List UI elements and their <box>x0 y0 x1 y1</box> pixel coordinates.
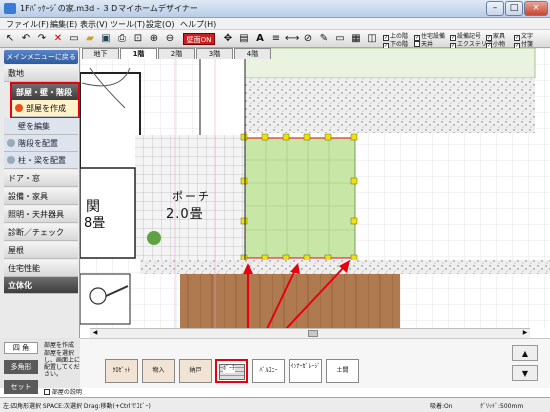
close-button[interactable]: × <box>524 1 548 16</box>
floor-plan-canvas[interactable]: 関 8畳 ポーチ 2.0畳 <box>80 48 550 328</box>
sidebar-item-lighting[interactable]: 照明・天井器具 <box>4 206 78 223</box>
active-bullet-icon <box>15 104 23 112</box>
zoom-fit-icon[interactable]: ⊡ <box>131 32 145 46</box>
bullet-icon <box>7 139 15 147</box>
tab-polygon[interactable]: 多角形 <box>4 360 38 374</box>
panel-title: 部屋を作成 <box>44 342 75 349</box>
wall-display-toggle-button[interactable]: 壁面ON <box>183 33 215 45</box>
pan-icon[interactable]: ✥ <box>221 32 235 46</box>
sidebar-item-equipment-furniture[interactable]: 設備・家具 <box>4 188 78 205</box>
layer-icon[interactable]: ▦ <box>349 32 363 46</box>
sidebar-item-diagnosis[interactable]: 診断／チェック <box>4 224 78 241</box>
new-file-icon[interactable]: ▭ <box>67 32 81 46</box>
sidebar-item-rooms-walls-stairs[interactable]: 部屋・壁・階段 <box>12 84 78 101</box>
sidebar-item-place-pillars[interactable]: 柱・梁を配置 <box>4 152 78 169</box>
3d-view-icon[interactable]: ◫ <box>365 32 379 46</box>
sidebar-item-create-room[interactable]: 部屋を作成 <box>12 100 78 117</box>
part-doma[interactable]: 土間 <box>326 359 359 383</box>
palette-down-icon[interactable]: ▼ <box>512 365 538 381</box>
zoom-out-icon[interactable]: ⊖ <box>163 32 177 46</box>
menu-file[interactable]: ファイル(F) <box>6 19 49 30</box>
menu-help[interactable]: ヘルプ(H) <box>180 19 216 30</box>
undo-icon[interactable]: ↶ <box>19 32 33 46</box>
sidebar-item-place-stairs[interactable]: 階段を配置 <box>4 135 78 152</box>
palette-up-icon[interactable]: ▲ <box>512 345 538 361</box>
status-snap: 吸着:On <box>430 403 453 410</box>
room-description-checkbox[interactable]: 部屋の説明 <box>44 387 82 396</box>
zoom-in-icon[interactable]: ⊕ <box>147 32 161 46</box>
scroll-thumb[interactable] <box>308 330 318 337</box>
tab-floor-1[interactable]: 1階 <box>120 48 157 59</box>
entrance-size-partial: 8畳 <box>84 216 106 231</box>
room-parts-palette: ｸﾛｾﾞｯﾄ 物入 納戸 ﾎﾟｰﾁ ﾊﾞﾙｺﾆｰ ｲﾝﾅｰｶﾞﾚｰｼﾞ 土間 ▲… <box>80 338 550 388</box>
part-storage[interactable]: 物入 <box>142 359 175 383</box>
maximize-button[interactable]: □ <box>505 1 523 16</box>
part-closet[interactable]: ｸﾛｾﾞｯﾄ <box>105 359 138 383</box>
sidebar-item-house-performance[interactable]: 住宅性能 <box>4 260 78 277</box>
app-icon <box>4 3 16 14</box>
align-icon[interactable]: ≡ <box>269 32 283 46</box>
camera-icon[interactable]: ▭ <box>333 32 347 46</box>
toolbar: ↖ ↶ ↷ ✕ ▭ ▰ ▣ ⎙ ⊡ ⊕ ⊖ 壁面ON ✥ ▤ A ≡ ⟷ ⊘ ✎… <box>0 30 550 49</box>
window-title: 1Fﾊﾟｯｹｰｼﾞの家.m3d - ３Ｄマイホームデザイナー <box>20 4 198 13</box>
sidebar-item-roof[interactable]: 屋根 <box>4 242 78 259</box>
part-inner-garage[interactable]: ｲﾝﾅｰｶﾞﾚｰｼﾞ <box>289 359 322 383</box>
status-hint: 左:四角形選択 SPACE:次選択 Drag:移動(+Ctrlでｺﾋﾟｰ) <box>3 403 151 410</box>
scroll-left-icon[interactable]: ◀ <box>90 329 100 338</box>
porch-label: ポーチ <box>172 190 211 203</box>
open-folder-icon[interactable]: ▰ <box>83 32 97 46</box>
porch-size: 2.0畳 <box>166 207 204 222</box>
redo-icon[interactable]: ↷ <box>35 32 49 46</box>
status-grid: ｸﾞﾘｯﾄﾞ:500mm <box>480 403 524 410</box>
part-balcony[interactable]: ﾊﾞﾙｺﾆｰ <box>252 359 285 383</box>
part-pantry[interactable]: 納戸 <box>179 359 212 383</box>
menu-view[interactable]: 表示(V) <box>80 19 108 30</box>
sidebar-item-doors-windows[interactable]: ドア・窓 <box>4 170 78 187</box>
bullet-icon <box>7 156 15 164</box>
check-ceiling[interactable]: 天井 <box>414 39 433 48</box>
part-porch-selected[interactable]: ﾎﾟｰﾁ <box>215 359 248 383</box>
sidebar-item-site[interactable]: 敷地 <box>4 65 78 82</box>
tab-floor-3[interactable]: 3階 <box>196 48 233 59</box>
left-panel: メインメニューに戻る 敷地 部屋・壁・階段 部屋を作成 壁を編集 階段を配置 柱… <box>0 48 80 388</box>
menu-tools[interactable]: ツール(T) <box>110 19 145 30</box>
horizontal-scrollbar[interactable]: ◀ ▶ <box>90 328 530 338</box>
panel-description: 部屋を選択し、画面上に配置してください。 <box>44 350 81 378</box>
scroll-right-icon[interactable]: ▶ <box>520 329 530 338</box>
sidebar-item-edit-walls[interactable]: 壁を編集 <box>4 118 78 135</box>
stairs-icon[interactable]: ▤ <box>237 32 251 46</box>
minimize-button[interactable]: – <box>486 1 504 16</box>
save-icon[interactable]: ▣ <box>99 32 113 46</box>
menu-edit[interactable]: 編集(E) <box>50 19 77 30</box>
tab-basement[interactable]: 地下 <box>82 48 119 59</box>
tab-square[interactable]: 四 角 <box>4 342 38 354</box>
status-bar: 左:四角形選択 SPACE:次選択 Drag:移動(+Ctrlでｺﾋﾟｰ) 吸着… <box>0 397 550 412</box>
floor-plan-drawing <box>80 48 550 328</box>
pen-icon[interactable]: ✎ <box>317 32 331 46</box>
tab-set[interactable]: セット <box>4 380 38 394</box>
sidebar-item-solidify[interactable]: 立体化 <box>4 277 78 294</box>
dimension-icon[interactable]: ⟷ <box>285 32 299 46</box>
floor-tabs: 地下 1階 2階 3階 4階 <box>80 48 280 59</box>
menu-bar: ファイル(F) 編集(E) 表示(V) ツール(T) 設定(O) ヘルプ(H) <box>0 18 550 30</box>
print-icon[interactable]: ⎙ <box>115 32 129 46</box>
delete-icon[interactable]: ✕ <box>51 32 65 46</box>
pointer-icon[interactable]: ↖ <box>3 32 17 46</box>
title-bar: 1Fﾊﾟｯｹｰｼﾞの家.m3d - ３Ｄマイホームデザイナー – □ × <box>0 0 550 18</box>
tab-floor-4[interactable]: 4階 <box>234 48 271 59</box>
menu-settings[interactable]: 設定(O) <box>146 19 175 30</box>
tab-floor-2[interactable]: 2階 <box>158 48 195 59</box>
room-shape-panel: 四 角 多角形 セット 部屋を作成 部屋を選択し、画面上に配置してください。 部… <box>0 338 82 396</box>
measure-icon[interactable]: ⊘ <box>301 32 315 46</box>
text-tool-icon[interactable]: A <box>253 32 267 46</box>
main-menu-button[interactable]: メインメニューに戻る <box>4 50 78 64</box>
